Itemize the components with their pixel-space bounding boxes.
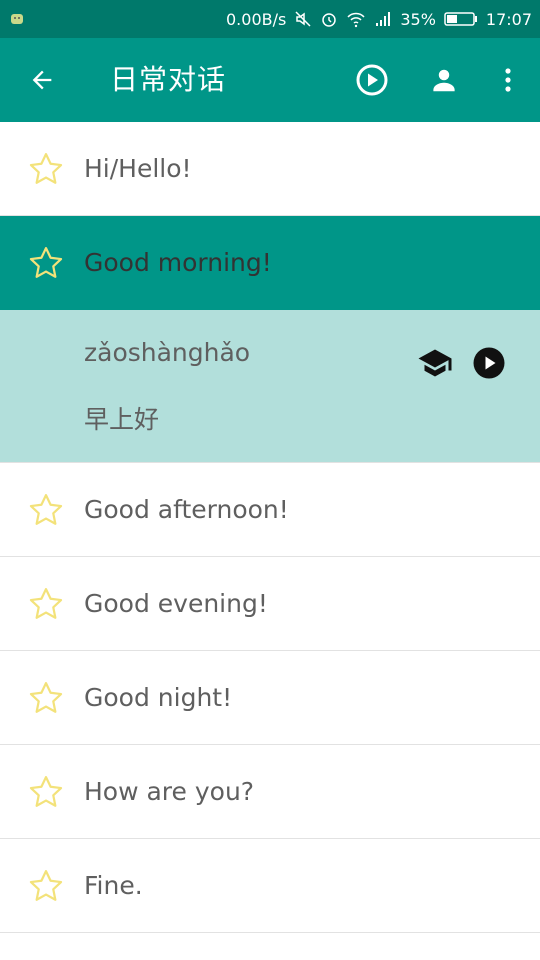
person-icon: [433, 69, 455, 92]
back-arrow-icon: [32, 70, 52, 90]
app-notification-icon: [11, 14, 23, 24]
star-outline-icon[interactable]: [27, 585, 65, 623]
star-outline-icon[interactable]: [27, 773, 65, 811]
graduation-cap-icon: [418, 349, 452, 377]
phrase-detail-panel: zǎoshànghǎo 早上好: [0, 310, 540, 463]
phrase-row[interactable]: Hi/Hello!: [0, 122, 540, 216]
chinese-text: 早上好: [84, 405, 160, 434]
signal-icon: [376, 12, 391, 26]
phrase-row[interactable]: Good night!: [0, 651, 540, 745]
pinyin-text: zǎoshànghǎo: [84, 338, 251, 367]
phrase-text: Good morning!: [84, 248, 272, 277]
phrase-text: How are you?: [84, 777, 255, 806]
play-filled-circle-icon: [473, 347, 505, 379]
star-outline-icon[interactable]: [27, 491, 65, 529]
alarm-icon: [322, 13, 337, 27]
star-outline-icon[interactable]: [27, 150, 65, 188]
back-button[interactable]: [22, 60, 62, 100]
mute-icon: [295, 11, 311, 27]
phrase-row[interactable]: How are you?: [0, 745, 540, 839]
network-speed: 0.00B/s: [226, 9, 287, 29]
star-outline-icon[interactable]: [27, 244, 65, 282]
play-phrase-button[interactable]: [470, 344, 508, 382]
play-circle-icon: [356, 64, 388, 96]
more-options-button[interactable]: [488, 60, 528, 100]
page-title: 日常对话: [110, 63, 227, 96]
phrase-text: Good evening!: [84, 589, 268, 618]
status-right: 0.00B/s 35% 17:07: [226, 0, 532, 38]
phrase-text: Hi/Hello!: [84, 154, 192, 183]
learn-button[interactable]: [416, 344, 454, 382]
play-all-button[interactable]: [352, 60, 392, 100]
phrase-text: Good afternoon!: [84, 495, 289, 524]
phrase-row[interactable]: Fine.: [0, 839, 540, 933]
phrase-row[interactable]: Good evening!: [0, 557, 540, 651]
star-outline-icon[interactable]: [27, 679, 65, 717]
battery-percent: 35%: [400, 9, 436, 29]
battery-icon: [444, 12, 477, 26]
phrase-text: Fine.: [84, 871, 143, 900]
app-bar: 日常对话: [0, 38, 540, 122]
profile-button[interactable]: [424, 60, 464, 100]
star-outline-icon[interactable]: [27, 867, 65, 905]
clock: 17:07: [485, 9, 532, 29]
phrase-row-selected[interactable]: Good morning!: [0, 216, 540, 310]
phrase-row[interactable]: Good afternoon!: [0, 463, 540, 557]
more-vert-icon: [505, 68, 511, 92]
status-bar: 0.00B/s 35% 17:07: [0, 0, 540, 38]
phrase-text: Good night!: [84, 683, 233, 712]
wifi-icon: [347, 12, 365, 28]
phrase-list: Hi/Hello! Good morning! zǎoshànghǎo 早上好 …: [0, 122, 540, 933]
